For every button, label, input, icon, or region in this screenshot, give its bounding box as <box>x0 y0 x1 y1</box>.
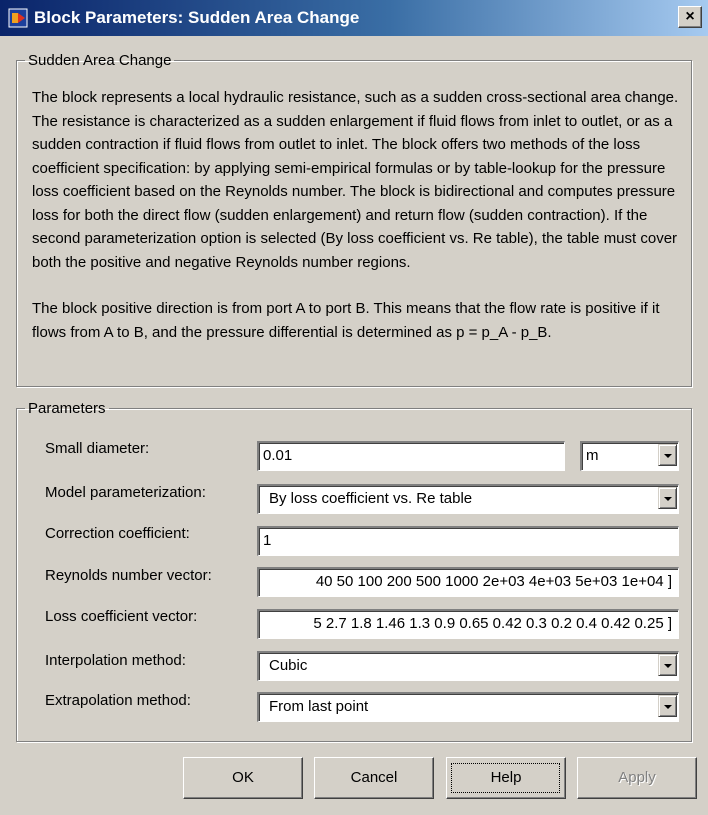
interpolation-method-select[interactable]: Cubic <box>257 651 679 681</box>
reynolds-number-vector-label: Reynolds number vector: <box>45 567 212 584</box>
close-button[interactable]: × <box>678 6 702 28</box>
small-diameter-unit-value: m <box>586 447 599 464</box>
small-diameter-unit-select[interactable]: m <box>580 441 679 471</box>
chevron-down-icon[interactable] <box>658 695 677 717</box>
reynolds-number-vector-value: 40 50 100 200 500 1000 2e+03 4e+03 5e+03… <box>315 573 672 590</box>
small-diameter-input[interactable]: 0.01 <box>257 441 565 471</box>
correction-coefficient-label: Correction coefficient: <box>45 525 190 542</box>
description-group-label: Sudden Area Change <box>28 52 172 69</box>
extrapolation-method-label: Extrapolation method: <box>45 692 191 709</box>
parameters-group-label: Parameters <box>28 400 106 417</box>
close-icon: × <box>685 8 695 25</box>
title-bar: Block Parameters: Sudden Area Change × <box>0 0 708 36</box>
ok-button[interactable]: OK <box>183 757 303 799</box>
extrapolation-method-select[interactable]: From last point <box>257 692 679 722</box>
description-paragraph-1: The block represents a local hydraulic r… <box>32 89 679 271</box>
focus-rectangle <box>451 763 560 793</box>
small-diameter-label: Small diameter: <box>45 440 150 457</box>
loss-coefficient-vector-value: 5 2.7 1.8 1.46 1.3 0.9 0.65 0.42 0.3 0.2… <box>313 615 672 632</box>
reynolds-number-vector-input[interactable]: 40 50 100 200 500 1000 2e+03 4e+03 5e+03… <box>257 567 679 597</box>
loss-coefficient-vector-input[interactable]: 5 2.7 1.8 1.46 1.3 0.9 0.65 0.42 0.3 0.2… <box>257 609 679 639</box>
apply-button[interactable]: Apply <box>577 757 697 799</box>
interpolation-method-value: Cubic <box>269 657 308 674</box>
model-parameterization-label: Model parameterization: <box>45 484 206 501</box>
correction-coefficient-input[interactable]: 1 <box>257 526 679 556</box>
description-paragraph-2: The block positive direction is from por… <box>32 300 660 341</box>
model-parameterization-select[interactable]: By loss coefficient vs. Re table <box>257 484 679 514</box>
block-description: The block represents a local hydraulic r… <box>32 86 680 367</box>
chevron-down-icon[interactable] <box>658 444 677 466</box>
small-diameter-value: 0.01 <box>263 447 293 464</box>
cancel-button[interactable]: Cancel <box>314 757 434 799</box>
help-button[interactable]: Help <box>446 757 566 799</box>
interpolation-method-label: Interpolation method: <box>45 652 186 669</box>
model-parameterization-value: By loss coefficient vs. Re table <box>269 490 473 507</box>
chevron-down-icon[interactable] <box>658 654 677 676</box>
simulink-block-icon <box>8 8 28 28</box>
chevron-down-icon[interactable] <box>658 487 677 509</box>
loss-coefficient-vector-label: Loss coefficient vector: <box>45 608 198 625</box>
correction-coefficient-value: 1 <box>263 532 272 549</box>
extrapolation-method-value: From last point <box>269 698 369 715</box>
window-title: Block Parameters: Sudden Area Change <box>34 8 360 27</box>
